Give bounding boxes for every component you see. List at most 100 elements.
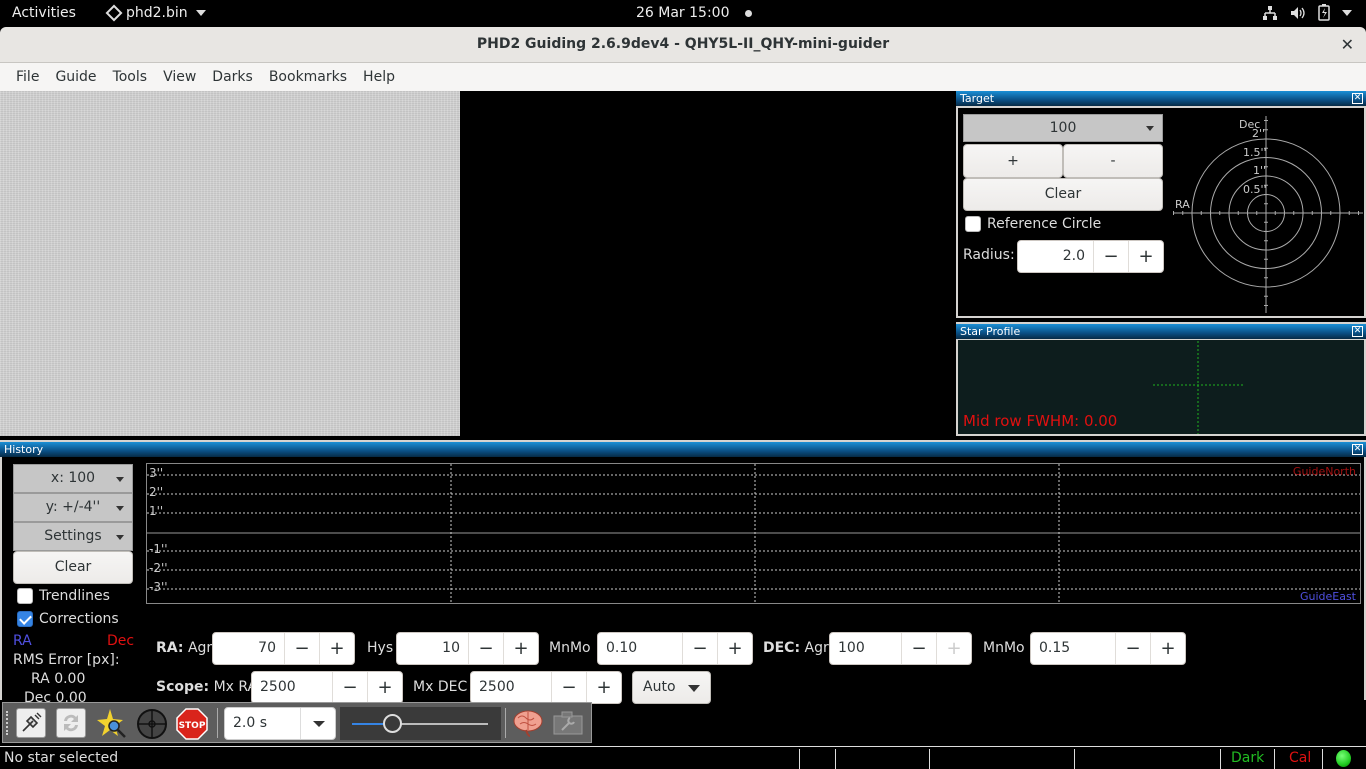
close-panel-icon[interactable]: ✕ <box>1352 444 1363 455</box>
dec-mnmo-value[interactable]: 0.15 <box>1031 633 1115 664</box>
close-window-button[interactable]: ✕ <box>1341 35 1354 54</box>
legend-dec: Dec <box>107 633 135 649</box>
close-panel-icon[interactable]: ✕ <box>1352 326 1363 337</box>
mx-ra-value[interactable]: 2500 <box>252 672 332 703</box>
decrement-button[interactable]: − <box>332 672 367 703</box>
ra-hys-value[interactable]: 10 <box>397 633 468 664</box>
max-ra-duration-spinner[interactable]: 2500− + <box>251 671 403 704</box>
increment-button[interactable]: + <box>319 633 354 664</box>
trendlines-checkbox[interactable]: Trendlines <box>17 588 110 604</box>
increment-button[interactable]: + <box>367 672 402 703</box>
history-graph[interactable]: 3'' 2'' 1'' -1'' -2'' -3'' GuideNorth Gu… <box>146 463 1362 607</box>
y-scale-value: y: +/-4'' <box>45 499 101 515</box>
increment-button[interactable]: + <box>1150 633 1185 664</box>
dec-agr-value[interactable]: 100 <box>830 633 901 664</box>
activities-button[interactable]: Activities <box>12 5 76 21</box>
x-scale-select[interactable]: x: 100 <box>13 464 133 493</box>
ra-hysteresis-spinner[interactable]: 10− + <box>396 632 539 665</box>
legend-ra: RA <box>13 633 32 649</box>
increment-button[interactable]: + <box>717 633 752 664</box>
target-panel: Target ✕ 100 + - Clear Reference Circle … <box>956 91 1366 318</box>
reference-circle-label: Reference Circle <box>987 216 1102 232</box>
menu-guide[interactable]: Guide <box>47 69 104 85</box>
decrement-button[interactable]: − <box>468 633 503 664</box>
toolbar-grip[interactable] <box>6 711 8 735</box>
advanced-settings-button[interactable] <box>512 708 543 738</box>
menu-help[interactable]: Help <box>355 69 403 85</box>
mx-dec-value[interactable]: 2500 <box>471 672 551 703</box>
camera-settings-button[interactable] <box>552 708 583 738</box>
history-header: History ✕ <box>0 442 1366 457</box>
gamma-slider[interactable] <box>340 707 501 740</box>
radius-spinner[interactable]: 2.0 − + <box>1017 240 1164 273</box>
decrement-button[interactable]: − <box>551 672 586 703</box>
y-scale-select[interactable]: y: +/-4'' <box>13 493 133 522</box>
graph-settings-select[interactable]: Settings <box>13 522 133 551</box>
guide-camera-image[interactable] <box>0 91 952 436</box>
menu-bookmarks[interactable]: Bookmarks <box>261 69 355 85</box>
dec-aggressiveness-spinner[interactable]: 100− + <box>829 632 972 665</box>
history-clear-button[interactable]: Clear <box>13 551 133 584</box>
close-panel-icon[interactable]: ✕ <box>1352 93 1363 104</box>
history-panel: History ✕ x: 100 y: +/-4'' Settings Clea… <box>0 440 1366 704</box>
ra-aggressiveness-spinner[interactable]: 70− + <box>212 632 355 665</box>
radius-label: Radius: <box>963 247 1015 263</box>
star-profile-header: Star Profile ✕ <box>956 324 1366 339</box>
max-dec-duration-spinner[interactable]: 2500− + <box>470 671 622 704</box>
brain-icon <box>513 710 543 737</box>
history-body: x: 100 y: +/-4'' Settings Clear Trendlin… <box>2 457 1364 704</box>
loop-exposures-button[interactable] <box>56 708 86 738</box>
exposure-value: 2.0 s <box>233 715 268 731</box>
dec-section-label: DEC: Agr <box>763 640 829 656</box>
dropdown-arrow-icon <box>116 476 124 482</box>
dec-mode-select[interactable]: Auto <box>632 671 711 704</box>
radius-decrement-button[interactable]: − <box>1093 241 1128 272</box>
ra-section-label: RA: Agr <box>156 640 212 656</box>
corrections-checkbox[interactable]: Corrections <box>17 611 119 627</box>
app-icon <box>105 4 123 22</box>
zoom-out-button[interactable]: - <box>1063 144 1163 178</box>
decrement-button[interactable]: − <box>284 633 319 664</box>
auto-select-star-button[interactable] <box>96 708 126 738</box>
window-title: PHD2 Guiding 2.6.9dev4 - QHY5L-II_QHY-mi… <box>476 36 890 52</box>
dropdown-arrow-icon <box>116 534 124 540</box>
exposure-duration-select[interactable]: 2.0 s <box>224 707 336 740</box>
target-panel-title: Target <box>960 92 995 105</box>
decrement-button[interactable]: − <box>901 633 936 664</box>
ra-mnmo-value[interactable]: 0.10 <box>598 633 682 664</box>
radius-increment-button[interactable]: + <box>1128 241 1163 272</box>
camera-frame <box>0 91 460 436</box>
slider-handle[interactable] <box>382 714 402 733</box>
clock[interactable]: 26 Mar 15:00 <box>636 5 729 21</box>
stop-sign-icon: STOP <box>176 708 208 740</box>
decrement-button[interactable]: − <box>682 633 717 664</box>
app-menu[interactable]: phd2.bin <box>105 4 206 22</box>
checkbox-box <box>965 216 981 232</box>
decrement-button[interactable]: − <box>1115 633 1150 664</box>
menu-tools[interactable]: Tools <box>105 69 156 85</box>
increment-button[interactable]: + <box>503 633 538 664</box>
system-tray[interactable] <box>1262 4 1352 21</box>
stop-button[interactable]: STOP <box>176 708 208 740</box>
start-guiding-button[interactable] <box>136 708 167 739</box>
menu-darks[interactable]: Darks <box>204 69 261 85</box>
ra-min-move-spinner[interactable]: 0.10− + <box>597 632 753 665</box>
scope-section-label: Scope: Mx RA <box>156 679 257 695</box>
svg-text:STOP: STOP <box>179 721 206 731</box>
y-label-2: 2'' <box>149 485 163 499</box>
zoom-in-button[interactable]: + <box>963 144 1063 178</box>
dec-min-move-spinner[interactable]: 0.15− + <box>1030 632 1186 665</box>
menu-file[interactable]: File <box>8 69 47 85</box>
target-length-select[interactable]: 100 <box>963 114 1163 142</box>
target-clear-button[interactable]: Clear <box>963 178 1163 211</box>
menu-view[interactable]: View <box>155 69 204 85</box>
reference-circle-checkbox[interactable]: Reference Circle <box>965 216 1101 232</box>
status-separator <box>1220 749 1221 769</box>
connect-equipment-button[interactable] <box>16 708 46 738</box>
increment-button[interactable]: + <box>936 633 971 664</box>
corrections-label: Corrections <box>39 611 119 627</box>
radius-value[interactable]: 2.0 <box>1018 241 1093 272</box>
ra-agr-value[interactable]: 70 <box>213 633 284 664</box>
increment-button[interactable]: + <box>586 672 621 703</box>
status-separator <box>1322 749 1323 769</box>
